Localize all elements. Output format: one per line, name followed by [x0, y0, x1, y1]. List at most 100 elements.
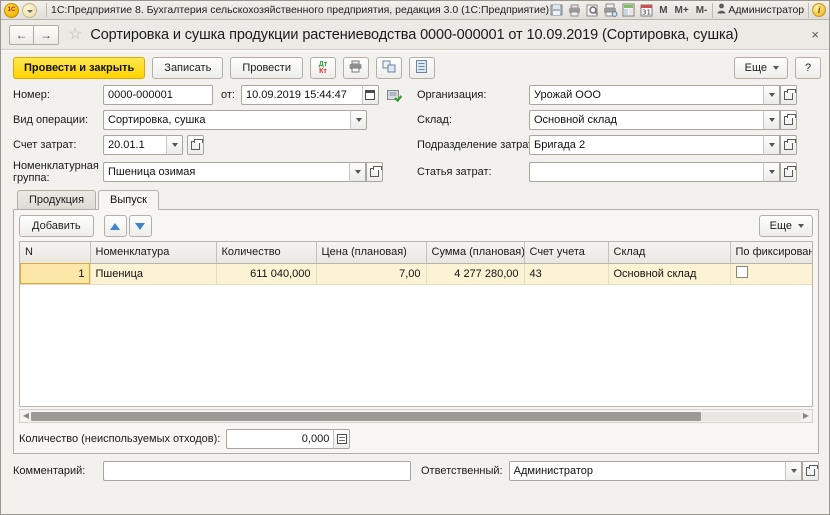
- scrollbar-track[interactable]: [31, 411, 801, 421]
- save-icon[interactable]: [549, 3, 564, 17]
- cell-account[interactable]: 43: [524, 263, 609, 285]
- table-more-menu-button[interactable]: Еще: [758, 215, 813, 237]
- waste-quantity-input[interactable]: 0,000: [226, 429, 334, 449]
- operation-type-input[interactable]: Сортировка, сушка: [103, 110, 350, 130]
- cost-item-input[interactable]: [529, 162, 763, 182]
- more-menu-button[interactable]: Еще: [733, 57, 788, 79]
- column-header-price[interactable]: Цена (плановая): [316, 242, 427, 264]
- column-header-amount[interactable]: Сумма (плановая): [426, 242, 525, 264]
- close-document-button[interactable]: ×: [807, 28, 823, 41]
- number-input[interactable]: 0000-000001: [103, 85, 213, 105]
- memory-button-m-plus[interactable]: M+: [673, 5, 691, 16]
- column-header-nomenclature[interactable]: Номенклатура: [90, 242, 217, 264]
- favorite-star-icon[interactable]: ☆: [68, 26, 82, 43]
- tab-vypusk[interactable]: Выпуск: [98, 190, 159, 210]
- scrollbar-thumb[interactable]: [31, 411, 701, 421]
- warehouse-field-group: Склад: Основной склад: [417, 110, 819, 130]
- tab-produkciya[interactable]: Продукция: [17, 190, 97, 209]
- organization-open-button[interactable]: [780, 85, 797, 105]
- warehouse-input[interactable]: Основной склад: [529, 110, 763, 130]
- add-row-button[interactable]: Добавить: [19, 215, 94, 237]
- postings-dt-kt-button[interactable]: Дт Кт: [309, 57, 336, 79]
- date-input[interactable]: 10.09.2019 15:44:47: [240, 85, 362, 105]
- cell-warehouse[interactable]: Основной склад: [608, 263, 731, 285]
- chevron-down-icon: [354, 170, 361, 174]
- cost-account-input[interactable]: 20.01.1: [103, 135, 166, 155]
- cell-nomenclature[interactable]: Пшеница: [90, 263, 217, 285]
- fill-document-icon[interactable]: [386, 89, 403, 102]
- date-picker-button[interactable]: [361, 85, 379, 105]
- table-horizontal-scrollbar[interactable]: ◀ ▶: [19, 409, 813, 423]
- operation-type-input-wrap: Сортировка, сушка: [103, 110, 367, 130]
- open-list-icon: [784, 113, 796, 125]
- document-list-button[interactable]: [408, 57, 435, 79]
- info-icon[interactable]: [812, 3, 827, 17]
- cost-account-field-group: Счет затрат: 20.01.1: [13, 135, 417, 155]
- table-row[interactable]: 1 Пшеница 611 040,000 7,00 4 277 280,00 …: [20, 263, 812, 285]
- warehouse-open-button[interactable]: [780, 110, 797, 130]
- nomenclature-group-dropdown-button[interactable]: [349, 162, 366, 182]
- move-row-up-button[interactable]: [103, 215, 127, 237]
- print-preview-icon[interactable]: [585, 3, 600, 17]
- print-setup-icon[interactable]: [603, 3, 618, 17]
- nomenclature-group-input[interactable]: Пшеница озимая: [103, 162, 349, 182]
- print-icon[interactable]: [567, 3, 582, 17]
- chevron-down-icon: [768, 118, 775, 122]
- responsible-input[interactable]: Администратор: [508, 461, 785, 481]
- operation-type-dropdown-button[interactable]: [350, 110, 367, 130]
- nomenclature-group-open-button[interactable]: [366, 162, 383, 182]
- comment-input[interactable]: [103, 461, 411, 481]
- column-header-quantity[interactable]: Количество: [216, 242, 317, 264]
- cost-account-open-button[interactable]: [187, 135, 204, 155]
- responsible-label: Ответственный:: [421, 465, 503, 477]
- main-menu-dropdown-icon[interactable]: [22, 2, 37, 18]
- calculator-icon[interactable]: [621, 3, 636, 17]
- chevron-down-icon: [773, 66, 779, 70]
- cost-division-open-button[interactable]: [780, 135, 797, 155]
- move-row-down-button[interactable]: [128, 215, 152, 237]
- responsible-dropdown-button[interactable]: [785, 461, 802, 481]
- cost-account-dropdown-button[interactable]: [166, 135, 183, 155]
- forward-button[interactable]: →: [34, 24, 59, 45]
- cell-price[interactable]: 7,00: [316, 263, 427, 285]
- user-icon: [717, 3, 726, 17]
- help-button[interactable]: ?: [795, 57, 821, 79]
- warehouse-dropdown-button[interactable]: [763, 110, 780, 130]
- report-links-button[interactable]: [375, 57, 402, 79]
- dt-kt-icon: Дт Кт: [319, 61, 327, 75]
- column-header-warehouse[interactable]: Склад: [608, 242, 731, 264]
- organization-input[interactable]: Урожай ООО: [529, 85, 763, 105]
- cell-quantity[interactable]: 611 040,000: [216, 263, 317, 285]
- write-button[interactable]: Записать: [152, 57, 224, 79]
- table-more-menu-label: Еще: [769, 220, 792, 232]
- current-user[interactable]: Администратор: [712, 2, 810, 18]
- column-header-fixed[interactable]: По фиксирован: [730, 242, 812, 264]
- responsible-open-button[interactable]: [802, 461, 819, 481]
- scroll-left-icon[interactable]: ◀: [21, 412, 31, 420]
- post-and-close-button[interactable]: Провести и закрыть: [13, 57, 146, 79]
- cost-item-open-button[interactable]: [780, 162, 797, 182]
- title-bar: 1С:Предприятие 8. Бухгалтерия сельскохоз…: [1, 1, 829, 20]
- print-button[interactable]: [342, 57, 369, 79]
- cost-division-dropdown-button[interactable]: [763, 135, 780, 155]
- cost-item-dropdown-button[interactable]: [763, 162, 780, 182]
- cell-row-number[interactable]: 1: [20, 263, 91, 285]
- memory-button-m[interactable]: M: [657, 5, 669, 16]
- cell-amount[interactable]: 4 277 280,00: [426, 263, 525, 285]
- waste-quantity-calculator-button[interactable]: [333, 429, 351, 449]
- scroll-right-icon[interactable]: ▶: [801, 412, 811, 420]
- open-list-icon: [784, 88, 796, 100]
- back-button[interactable]: ←: [9, 24, 34, 45]
- calendar-icon[interactable]: 31: [639, 3, 654, 17]
- memory-button-m-minus[interactable]: M-: [694, 5, 710, 16]
- column-header-account[interactable]: Счет учета: [524, 242, 609, 264]
- products-grid[interactable]: N Номенклатура Количество Цена (плановая…: [19, 241, 813, 407]
- cost-division-input[interactable]: Бригада 2: [529, 135, 763, 155]
- cell-fixed-checkbox[interactable]: [730, 263, 812, 285]
- post-button[interactable]: Провести: [230, 57, 303, 79]
- operation-type-label: Вид операции:: [13, 114, 89, 126]
- column-header-n[interactable]: N: [20, 242, 91, 264]
- fixed-checkbox[interactable]: [735, 266, 748, 278]
- navigation-buttons: ← →: [9, 24, 59, 45]
- organization-dropdown-button[interactable]: [763, 85, 780, 105]
